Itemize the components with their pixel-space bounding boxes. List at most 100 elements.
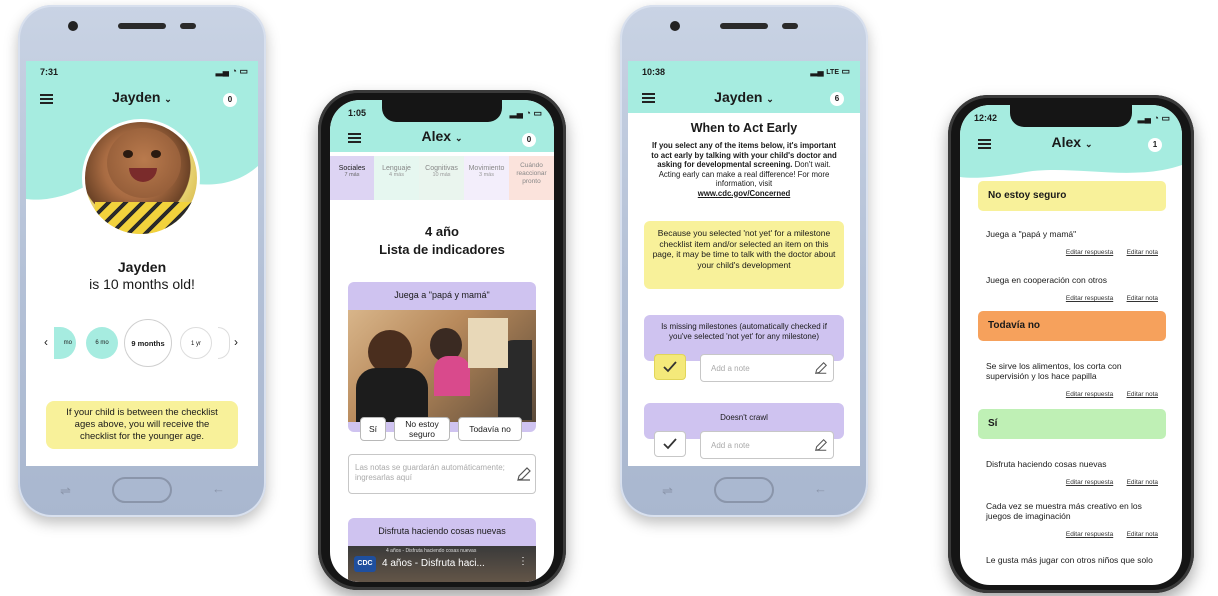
age-option-6mo[interactable]: 6 mo — [86, 327, 118, 359]
home-button[interactable] — [112, 477, 172, 503]
talk-to-doctor-notice: Because you selected 'not yet' for a mil… — [644, 221, 844, 289]
video-caption-small: 4 años - Disfruta haciendo cosas nuevas — [386, 548, 477, 554]
status-icons: ▂▄ ◔ ▭ — [1137, 113, 1170, 123]
section-header-not-yet: Todavía no — [978, 311, 1166, 341]
younger-age-info: If your child is between the checklist a… — [46, 401, 238, 449]
edit-answer-link[interactable]: Editar respuesta — [1066, 249, 1113, 256]
list-item: Se sirve los alimentos, los corta con su… — [986, 361, 1158, 399]
chevron-right-icon[interactable]: › — [234, 335, 238, 349]
list-item: Juega en cooperación con otros Editar re… — [986, 275, 1158, 302]
notification-badge[interactable]: 0 — [522, 133, 536, 147]
child-name-selector[interactable]: Jayden ⌄ — [86, 89, 198, 105]
back-gesture-icon[interactable]: ⇌ — [60, 483, 71, 499]
chevron-down-icon: ⌄ — [1084, 139, 1093, 149]
pencil-icon[interactable] — [516, 466, 532, 482]
checklist-age-heading: 4 año — [425, 224, 459, 239]
status-time: 1:05 — [348, 108, 367, 118]
edit-note-link[interactable]: Editar nota — [1127, 295, 1158, 302]
list-item: Disfruta haciendo cosas nuevas Editar re… — [986, 459, 1158, 486]
child-name: Jayden — [714, 89, 763, 105]
status-icons: ▂▄ ◔ ▭ — [215, 66, 248, 76]
tab-sociales[interactable]: Sociales 7 más — [330, 156, 374, 200]
more-options-icon[interactable]: ⋮ — [518, 556, 528, 567]
edit-answer-link[interactable]: Editar respuesta — [1066, 479, 1113, 486]
edit-note-link[interactable]: Editar nota — [1127, 391, 1158, 398]
video-player[interactable]: 4 años - Disfruta haciendo cosas nuevas … — [348, 546, 536, 582]
notch — [382, 100, 502, 122]
child-name-selector[interactable]: Alex ⌄ — [392, 128, 492, 144]
edit-answer-link[interactable]: Editar respuesta — [1066, 391, 1113, 398]
status-icons: ▂▄ ◔ ▭ — [509, 108, 542, 118]
milestone-photo — [348, 310, 536, 422]
back-arrow-icon[interactable]: ← — [814, 481, 827, 496]
notification-badge[interactable]: 0 — [223, 93, 237, 107]
list-item: Juega a "papá y mamá" Editar respuesta E… — [986, 229, 1158, 256]
back-gesture-icon[interactable]: ⇌ — [662, 483, 673, 499]
notch — [1010, 105, 1132, 127]
phone-3-screen: 10:38 ▂▄ LTE ▭ Jayden ⌄ 6 When to Act Ea… — [628, 61, 860, 466]
status-time: 12:42 — [974, 113, 998, 123]
home-button[interactable] — [714, 477, 774, 503]
answer-not-yet-button[interactable]: Todavía no — [458, 417, 522, 441]
page-title: When to Act Early — [690, 121, 798, 135]
tab-cognitivas[interactable]: Cognitivas 10 más — [419, 156, 464, 200]
edit-note-link[interactable]: Editar nota — [1127, 249, 1158, 256]
menu-icon[interactable] — [978, 139, 991, 149]
age-option-partial-right[interactable] — [218, 327, 230, 359]
sensor — [180, 23, 196, 29]
tab-cuando-reaccionar[interactable]: Cuándo reaccionar pronto — [509, 156, 554, 200]
edit-answer-link[interactable]: Editar respuesta — [1066, 295, 1113, 302]
speaker-grille — [720, 23, 768, 29]
tab-lenguaje[interactable]: Lenguaje 4 más — [374, 156, 419, 200]
checkmark-icon — [663, 361, 677, 373]
pencil-icon[interactable] — [814, 361, 828, 375]
age-selector: ‹ mo 6 mo 9 months 1 yr › — [26, 317, 258, 373]
status-icons: ▂▄ LTE ▭ — [810, 66, 850, 76]
notification-badge[interactable]: 6 — [830, 92, 844, 106]
menu-icon[interactable] — [642, 93, 655, 103]
child-name: Alex — [1051, 134, 1082, 150]
concern-checkbox[interactable] — [654, 431, 686, 457]
edit-note-link[interactable]: Editar nota — [1127, 531, 1158, 538]
status-time: 10:38 — [642, 67, 666, 77]
pencil-icon-2[interactable] — [814, 438, 828, 452]
sensor — [782, 23, 798, 29]
menu-icon[interactable] — [40, 94, 53, 104]
chevron-down-icon: ⌄ — [766, 94, 774, 104]
notes-input[interactable]: Las notas se guardarán automáticamente; … — [348, 454, 536, 494]
back-arrow-icon[interactable]: ← — [212, 481, 225, 496]
phone-1-device: 7:31 ▂▄ ◔ ▭ Jayden ⌄ 0 Jayden is 10 mont… — [18, 5, 266, 517]
phone-2-screen: 1:05 ▂▄ ◔ ▭ Alex ⌄ 0 Sociales 7 más Leng… — [330, 100, 554, 582]
phone-4-device: 12:42 ▂▄ ◔ ▭ Alex ⌄ 1 No estoy seguro Ju… — [948, 95, 1194, 593]
phone-1-screen: 7:31 ▂▄ ◔ ▭ Jayden ⌄ 0 Jayden is 10 mont… — [26, 61, 258, 466]
child-name-selector[interactable]: Alex ⌄ — [1022, 134, 1122, 150]
menu-icon[interactable] — [348, 133, 361, 143]
chevron-left-icon[interactable]: ‹ — [44, 335, 48, 349]
tab-movimiento[interactable]: Movimiento 3 más — [464, 156, 509, 200]
concern-checkbox-checked[interactable] — [654, 354, 686, 380]
list-item: Cada vez se muestra más creativo en los … — [986, 501, 1158, 539]
front-camera — [670, 21, 680, 31]
child-name: Alex — [421, 128, 452, 144]
list-item: Le gusta más jugar con otros niños que s… — [986, 555, 1153, 565]
answer-unsure-button[interactable]: No estoy seguro — [394, 417, 450, 441]
child-photo — [82, 119, 200, 237]
checkmark-icon — [663, 438, 677, 450]
milestone-card-2: Disfruta haciendo cosas nuevas 4 años - … — [348, 518, 536, 582]
age-option-1yr[interactable]: 1 yr — [180, 327, 212, 359]
child-name-selector[interactable]: Jayden ⌄ — [688, 89, 800, 105]
speaker-grille — [118, 23, 166, 29]
concerned-link[interactable]: www.cdc.gov/Concerned — [698, 189, 790, 198]
phone-2-device: 1:05 ▂▄ ◔ ▭ Alex ⌄ 0 Sociales 7 más Leng… — [318, 90, 566, 590]
chevron-down-icon: ⌄ — [454, 133, 463, 143]
notification-badge[interactable]: 1 — [1148, 138, 1162, 152]
age-option-selected[interactable]: 9 months — [124, 319, 172, 367]
section-header-unsure: No estoy seguro — [978, 181, 1166, 211]
checklist-title: Lista de indicadores — [379, 242, 505, 257]
age-option-partial[interactable]: mo — [54, 327, 76, 359]
edit-note-link[interactable]: Editar nota — [1127, 479, 1158, 486]
edit-answer-link[interactable]: Editar respuesta — [1066, 531, 1113, 538]
answer-yes-button[interactable]: Sí — [360, 417, 386, 441]
milestone-title-2: Disfruta haciendo cosas nuevas — [378, 526, 506, 536]
intro-text: If you select any of the items below, it… — [651, 141, 837, 198]
